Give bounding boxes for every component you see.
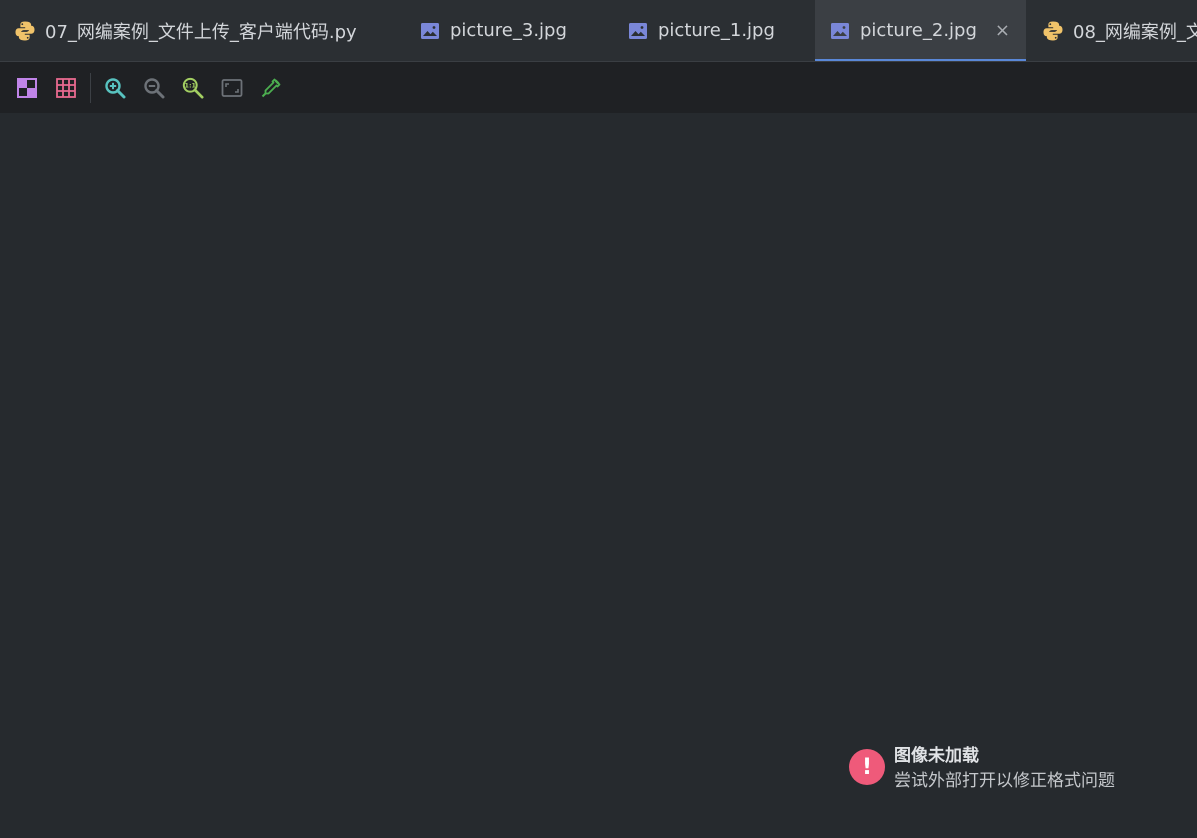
tab-picture-2[interactable]: picture_2.jpg × [815,0,1026,61]
zoom-in-icon[interactable] [104,77,126,99]
tab-picture-1[interactable]: picture_1.jpg [613,0,815,61]
image-canvas [0,113,1197,838]
image-icon [627,20,649,42]
notice-title: 图像未加载 [894,746,979,766]
python-icon [1042,20,1064,42]
close-tab-icon[interactable]: × [995,21,1010,40]
error-icon: ! [849,749,885,785]
image-viewer-window: 07_网编案例_文件上传_客户端代码.py picture_3.jpg pict… [0,0,1197,838]
grid-icon[interactable] [55,77,77,99]
zoom-out-icon[interactable] [143,77,165,99]
tab-label: picture_2.jpg [860,20,977,41]
notice-text: 图像未加载 尝试外部打开以修正格式问题 [894,744,1115,794]
image-icon [829,20,851,42]
chessboard-icon[interactable] [16,77,38,99]
svg-text:1:1: 1:1 [185,81,197,89]
tab-label: picture_1.jpg [658,20,775,41]
color-picker-icon[interactable] [260,77,282,99]
open-externally-link[interactable]: 尝试外部打开以修正格式问题 [894,768,1115,794]
toolbar-separator [90,72,91,103]
editor-tab-bar: 07_网编案例_文件上传_客户端代码.py picture_3.jpg pict… [0,0,1197,62]
image-load-error-notice: ! 图像未加载 尝试外部打开以修正格式问题 [849,744,1115,794]
tab-client-code-py[interactable]: 07_网编案例_文件上传_客户端代码.py [0,0,402,61]
tab-server-code-py[interactable]: 08_网编案例_文 [1028,0,1197,61]
image-icon [419,20,441,42]
tab-picture-3[interactable]: picture_3.jpg [405,0,613,61]
python-icon [14,20,36,42]
tab-label: picture_3.jpg [450,20,567,41]
fit-to-window-icon[interactable] [221,77,243,99]
tab-label: 07_网编案例_文件上传_客户端代码.py [45,21,357,43]
tab-label: 08_网编案例_文 [1073,21,1197,43]
actual-size-icon[interactable]: 1:1 [182,77,204,99]
image-toolbar: 1:1 [0,62,1197,113]
